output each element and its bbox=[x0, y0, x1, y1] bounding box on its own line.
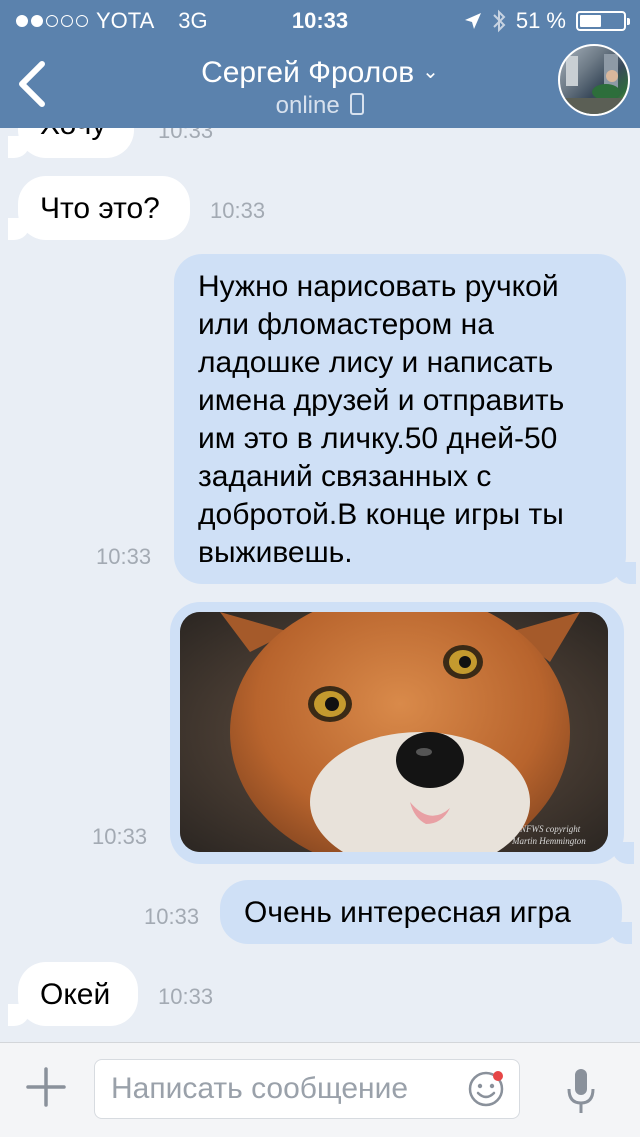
avatar[interactable] bbox=[558, 44, 630, 116]
message-text: Окей bbox=[40, 978, 111, 1011]
microphone-icon[interactable] bbox=[566, 1067, 596, 1117]
chevron-down-icon: ⌄ bbox=[422, 61, 439, 83]
message-composer: Написать сообщение bbox=[0, 1042, 640, 1137]
contact-title-block[interactable]: Сергей Фролов ⌄ online bbox=[0, 54, 640, 121]
battery-percent: 51 % bbox=[515, 8, 566, 33]
photo-watermark: NFWS copyright bbox=[519, 824, 581, 834]
message-time: 10:33 bbox=[210, 198, 266, 223]
mobile-phone-icon bbox=[350, 93, 365, 115]
message-time: 10:33 bbox=[158, 984, 214, 1009]
message-time: 10:33 bbox=[96, 544, 152, 569]
message-bubble-outgoing[interactable]: Очень интересная игра bbox=[220, 880, 632, 944]
contact-status: online bbox=[275, 92, 340, 119]
message-input-placeholder: Написать сообщение bbox=[111, 1072, 409, 1105]
attach-plus-icon[interactable] bbox=[24, 1065, 68, 1109]
message-input[interactable]: Написать сообщение bbox=[94, 1059, 520, 1119]
location-icon bbox=[464, 13, 481, 29]
message-text: Что это? bbox=[40, 192, 160, 225]
message-bubble-outgoing[interactable]: Нужно нарисовать ручкой или фломастером … bbox=[174, 254, 636, 584]
photo-watermark: Martin Hemmington bbox=[511, 836, 586, 846]
message-time: 10:33 bbox=[144, 904, 200, 929]
contact-name-row[interactable]: Сергей Фролов ⌄ bbox=[0, 54, 640, 91]
message-time: 10:33 bbox=[92, 824, 148, 849]
status-right: 51 % bbox=[464, 8, 630, 34]
emoji-icon[interactable] bbox=[467, 1070, 505, 1108]
photo-message[interactable]: NFWS copyright Martin Hemmington bbox=[170, 602, 634, 864]
bluetooth-icon bbox=[493, 9, 506, 33]
message-bubble-incoming[interactable]: Что это? bbox=[8, 176, 190, 240]
battery-icon bbox=[576, 11, 630, 31]
contact-status-row: online bbox=[0, 91, 640, 121]
message-bubble-incoming[interactable]: Окей bbox=[8, 962, 138, 1026]
message-text: Нужно нарисовать ручкой или фломастером … bbox=[198, 270, 565, 569]
message-text: Очень интересная игра bbox=[244, 896, 571, 929]
fox-photo[interactable]: NFWS copyright Martin Hemmington bbox=[180, 612, 608, 852]
contact-name: Сергей Фролов bbox=[201, 56, 415, 89]
chat-header: YOTA 3G 10:33 51 % Сергей Фролов ⌄ online bbox=[0, 0, 640, 128]
status-bar: YOTA 3G 10:33 51 % bbox=[0, 0, 640, 40]
